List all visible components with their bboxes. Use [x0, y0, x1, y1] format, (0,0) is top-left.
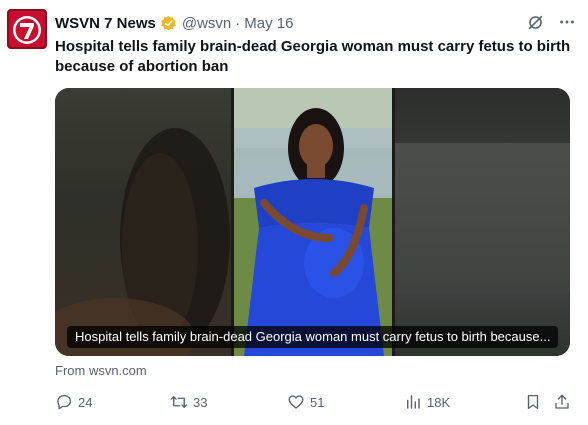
reply-button[interactable]: 24	[55, 392, 92, 412]
retweet-button[interactable]: 33	[170, 392, 207, 412]
tweet-text: Hospital tells family brain-dead Georgia…	[55, 38, 571, 75]
like-count: 51	[310, 394, 325, 410]
media-image-left	[55, 88, 231, 356]
view-count: 18K	[427, 394, 451, 410]
source-link[interactable]: From wsvn.com	[55, 363, 147, 378]
reply-count: 24	[78, 394, 93, 410]
tweet-date[interactable]: May 16	[244, 15, 293, 32]
like-button[interactable]: 51	[287, 392, 324, 412]
media-caption: Hospital tells family brain-dead Georgia…	[67, 326, 559, 348]
media-image-right	[395, 88, 570, 356]
avatar[interactable]	[7, 9, 47, 49]
tweet-header: WSVN 7 News @wsvn · May 16	[55, 13, 578, 33]
reply-icon	[57, 394, 72, 410]
handle[interactable]: @wsvn	[182, 15, 231, 32]
bookmark-button[interactable]	[524, 392, 542, 412]
header-actions	[526, 13, 576, 31]
share-icon	[555, 394, 569, 409]
verified-badge-icon[interactable]	[160, 15, 177, 32]
retweet-icon	[170, 396, 188, 408]
bookmark-icon	[527, 394, 539, 410]
wsvn-logo-icon	[7, 9, 47, 49]
display-name[interactable]: WSVN 7 News	[55, 15, 156, 32]
action-bar: 24 33 51 18K	[55, 392, 575, 412]
views-button[interactable]: 18K	[404, 392, 450, 412]
share-button[interactable]	[553, 392, 571, 412]
more-icon[interactable]	[558, 13, 576, 31]
like-icon	[288, 395, 304, 409]
retweet-count: 33	[193, 394, 208, 410]
media-card[interactable]: Hospital tells family brain-dead Georgia…	[55, 88, 570, 356]
grok-icon[interactable]	[526, 13, 544, 31]
views-icon	[407, 395, 420, 409]
separator-dot: ·	[235, 14, 241, 32]
media-image-center	[234, 88, 392, 356]
